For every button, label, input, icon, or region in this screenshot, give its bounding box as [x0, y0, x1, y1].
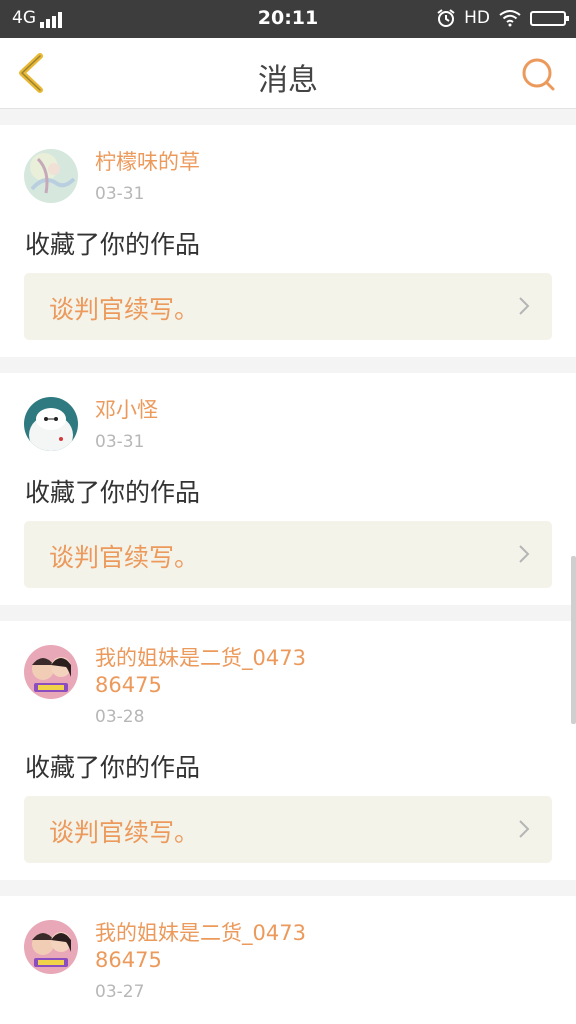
work-title: 谈判官续写。: [49, 295, 200, 324]
search-icon: [522, 58, 555, 91]
status-icons: HD: [436, 8, 569, 28]
work-title: 谈判官续写。: [49, 818, 200, 847]
status-bar: 4G 20:11 HD: [0, 0, 576, 38]
message-text: 收藏了你的作品: [25, 230, 201, 259]
messages-screen: 4G 20:11 HD 消息 柠檬味的草 03-31 收藏了你的作品 谈判官续写…: [0, 0, 576, 1024]
message-card: 柠檬味的草 03-31 收藏了你的作品 谈判官续写。: [0, 125, 576, 357]
avatar[interactable]: [24, 397, 78, 451]
message-text: 收藏了你的作品: [25, 753, 201, 782]
hd-indicator: HD: [464, 8, 490, 28]
message-text: 收藏了你的作品: [25, 478, 201, 507]
chevron-right-icon: [519, 820, 530, 838]
alarm-icon: [437, 9, 455, 27]
message-date: 03-31: [95, 432, 145, 452]
chevron-right-icon: [519, 545, 530, 563]
page-title: 消息: [258, 63, 318, 98]
message-date: 03-28: [95, 707, 145, 727]
user-name[interactable]: 我的姐妹是二货_047386475: [95, 645, 315, 699]
work-link[interactable]: 谈判官续写。: [24, 521, 552, 588]
avatar[interactable]: [24, 149, 78, 203]
work-title: 谈判官续写。: [49, 543, 200, 572]
battery-icon: [530, 10, 569, 26]
user-name[interactable]: 我的姐妹是二货_047386475: [95, 920, 315, 974]
chevron-right-icon: [519, 297, 530, 315]
app-header: 消息: [0, 38, 576, 109]
search-button[interactable]: [520, 56, 556, 92]
avatar[interactable]: [24, 920, 78, 974]
work-link[interactable]: 谈判官续写。: [24, 796, 552, 863]
user-name[interactable]: 邓小怪: [95, 397, 315, 424]
message-date: 03-31: [95, 184, 145, 204]
message-card: 我的姐妹是二货_047386475 03-27: [0, 896, 576, 1024]
scrollbar[interactable]: [571, 556, 576, 724]
avatar[interactable]: [24, 645, 78, 699]
wifi-icon: [499, 10, 521, 27]
message-card: 我的姐妹是二货_047386475 03-28 收藏了你的作品 谈判官续写。: [0, 621, 576, 880]
user-name[interactable]: 柠檬味的草: [95, 149, 315, 176]
message-card: 邓小怪 03-31 收藏了你的作品 谈判官续写。: [0, 373, 576, 605]
message-date: 03-27: [95, 982, 145, 1002]
work-link[interactable]: 谈判官续写。: [24, 273, 552, 340]
